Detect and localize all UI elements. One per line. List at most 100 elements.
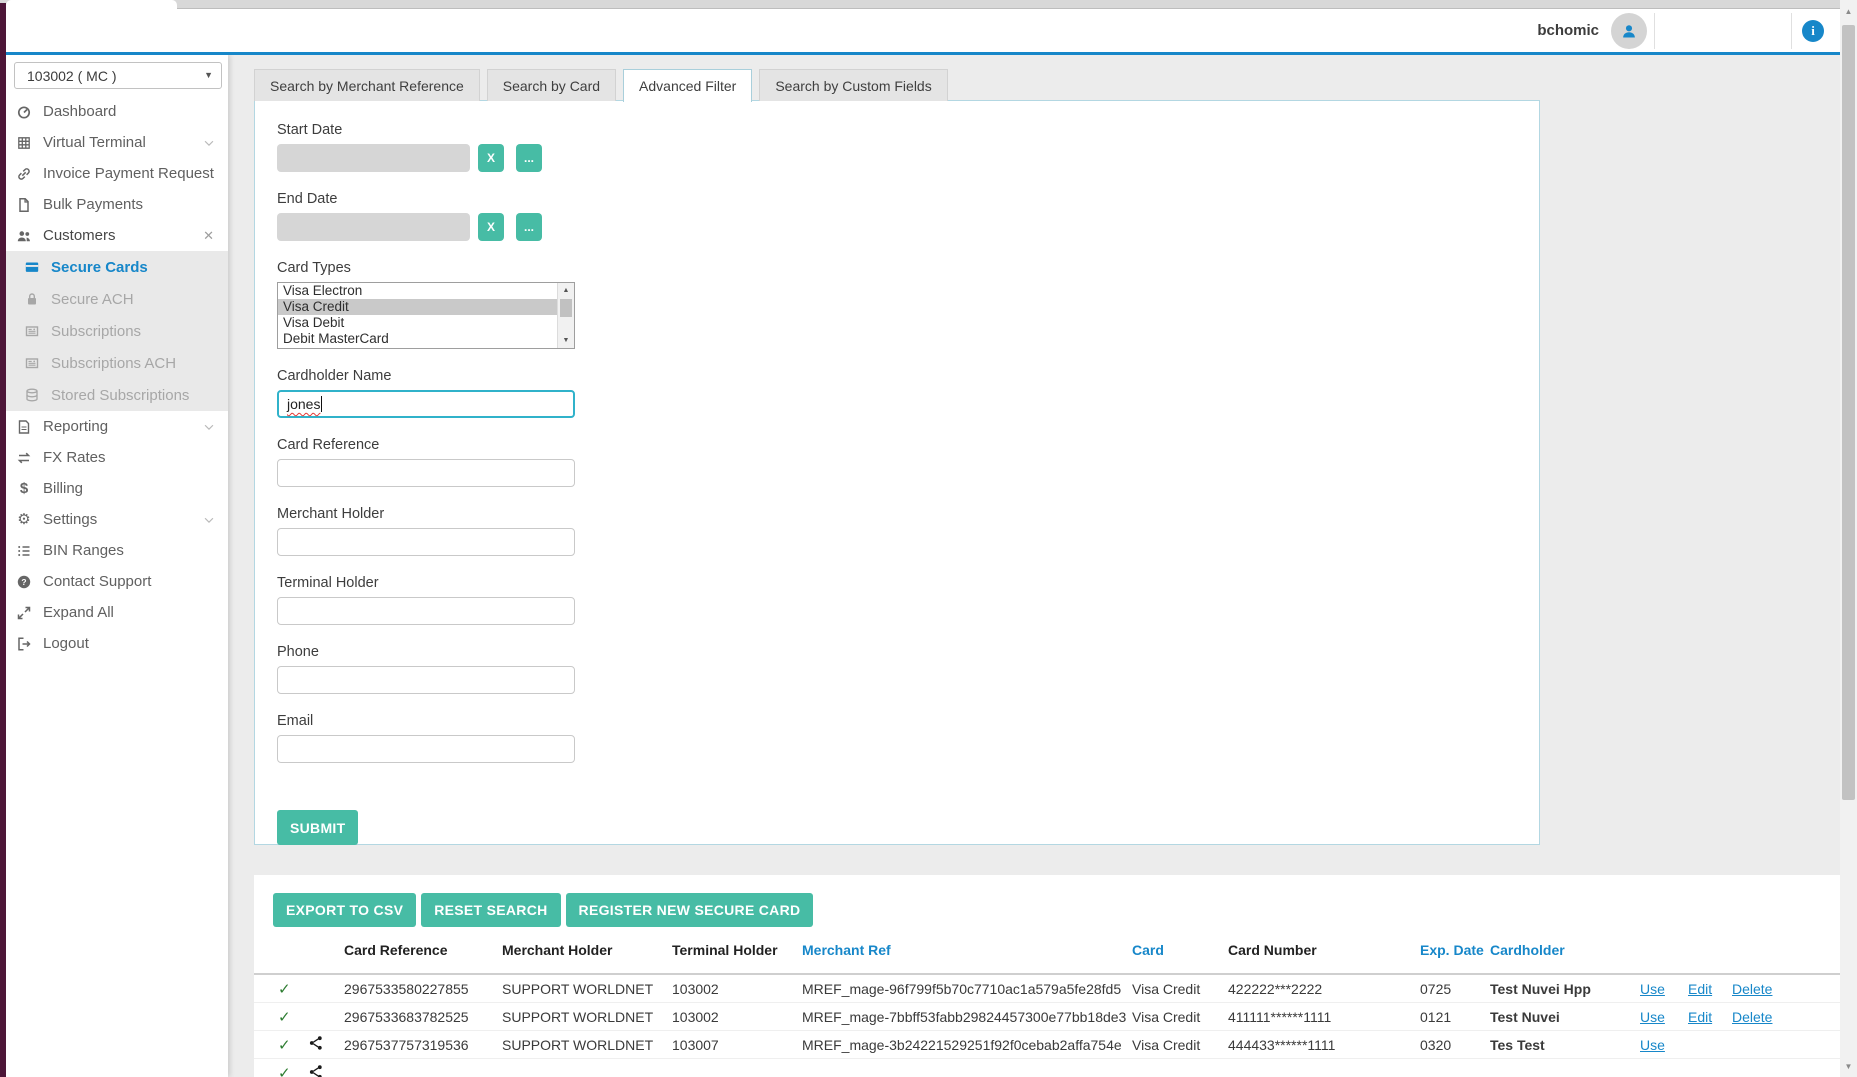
exchange-icon [16, 450, 32, 466]
card-type-option[interactable]: Debit MasterCard [278, 331, 574, 347]
sidebar-item-contact-support[interactable]: ? Contact Support [6, 566, 228, 597]
cell-merchant-ref: MREF_mage-7bbff53fabb29824457300e77bb18d… [802, 1008, 1127, 1025]
cell-merchant-holder: SUPPORT WORLDNET [502, 1008, 654, 1025]
sidebar-item-label: FX Rates [43, 449, 106, 466]
sidebar-item-fx-rates[interactable]: FX Rates [6, 442, 228, 473]
sidebar-item-expand-all[interactable]: Expand All [6, 597, 228, 628]
sidebar-item-logout[interactable]: Logout [6, 628, 228, 659]
column-card[interactable]: Card [1132, 942, 1220, 958]
card-types-listbox[interactable]: Visa Electron Visa Credit Visa Debit Deb… [277, 282, 575, 349]
submit-button[interactable]: SUBMIT [277, 810, 359, 845]
cell-exp-date: 0725 [1420, 980, 1452, 997]
delete-link[interactable]: Delete [1732, 981, 1772, 997]
chevron-down-icon [202, 136, 216, 150]
use-link[interactable]: Use [1640, 1037, 1665, 1053]
sidebar-item-label: Subscriptions [51, 322, 142, 340]
merchant-holder-input[interactable] [277, 528, 575, 556]
merchant-select[interactable]: 103002 ( MC ) ▼ [14, 62, 222, 89]
chevron-down-icon [202, 420, 216, 434]
export-to-csv-button[interactable]: EXPORT TO CSV [273, 893, 417, 927]
cell-card: Visa Credit [1132, 1036, 1201, 1053]
sidebar-item-subscriptions-ach[interactable]: Subscriptions ACH [6, 347, 228, 379]
card-type-option-selected[interactable]: Visa Credit [278, 299, 574, 315]
column-exp-date[interactable]: Exp. Date [1400, 942, 1490, 958]
listbox-scrollbar[interactable]: ▲ ▼ [557, 283, 574, 348]
column-cardholder[interactable]: Cardholder [1490, 942, 1640, 958]
start-date-picker-button[interactable]: ... [516, 144, 542, 172]
scroll-down-icon[interactable]: ▼ [1840, 1058, 1857, 1074]
scroll-down-icon[interactable]: ▼ [558, 333, 574, 348]
cell-exp-date: 0320 [1420, 1036, 1452, 1053]
register-new-secure-card-button[interactable]: REGISTER NEW SECURE CARD [565, 893, 814, 927]
close-icon[interactable]: ✕ [203, 228, 214, 244]
card-type-option[interactable]: Visa Debit [278, 315, 574, 331]
table-row-partial: ✓ [254, 1059, 1840, 1077]
edit-link[interactable]: Edit [1688, 981, 1712, 997]
browser-top-strip [0, 0, 1857, 9]
sidebar-item-label: Invoice Payment Request [43, 165, 214, 182]
end-date-input[interactable] [277, 213, 470, 241]
user-menu[interactable]: bchomic [1537, 9, 1647, 52]
start-date-input[interactable] [277, 144, 470, 172]
sidebar-item-customers[interactable]: Customers ✕ [0, 220, 228, 251]
use-link[interactable]: Use [1640, 1009, 1665, 1025]
scroll-up-icon[interactable]: ▲ [558, 283, 574, 298]
share-icon [309, 1036, 322, 1050]
topbar-divider [1791, 13, 1792, 49]
cell-card-number: 422222***2222 [1228, 980, 1323, 997]
info-icon[interactable]: i [1802, 20, 1824, 42]
edit-link[interactable]: Edit [1688, 1009, 1712, 1025]
phone-input[interactable] [277, 666, 575, 694]
use-link[interactable]: Use [1640, 981, 1665, 997]
cell-card-reference: 2967533580227855 [344, 980, 469, 997]
sidebar-item-stored-subscriptions[interactable]: Stored Subscriptions [6, 379, 228, 411]
sidebar-item-subscriptions[interactable]: Subscriptions [6, 315, 228, 347]
table-row: ✓ 2967533683782525 SUPPORT WORLDNET 1030… [254, 1003, 1840, 1031]
gear-icon: ⚙ [17, 510, 31, 528]
cardholder-name-input[interactable]: jones [277, 390, 575, 418]
tab-search-by-card[interactable]: Search by Card [486, 69, 617, 101]
sidebar-item-label: Logout [43, 635, 89, 652]
sidebar-item-billing[interactable]: $ Billing [6, 473, 228, 504]
card-type-option[interactable]: Visa Electron [278, 283, 574, 299]
email-input[interactable] [277, 735, 575, 763]
terminal-holder-input[interactable] [277, 597, 575, 625]
avatar[interactable] [1611, 12, 1647, 49]
end-date-clear-button[interactable]: X [478, 213, 504, 241]
svg-text:?: ? [21, 577, 26, 587]
sidebar-item-secure-ach[interactable]: Secure ACH [6, 283, 228, 315]
card-reference-input[interactable] [277, 459, 575, 487]
lock-icon [24, 291, 40, 307]
sidebar-item-label: Reporting [43, 418, 109, 435]
sidebar-item-invoice-payment-request[interactable]: Invoice Payment Request [6, 158, 228, 189]
page-scrollbar[interactable]: ▲ ▼ [1840, 0, 1857, 1077]
email-field: Email [277, 713, 1539, 763]
reset-search-button[interactable]: RESET SEARCH [421, 893, 561, 927]
sidebar-item-secure-cards[interactable]: Secure Cards [6, 251, 228, 283]
column-merchant-ref[interactable]: Merchant Ref [802, 942, 1132, 958]
delete-link[interactable]: Delete [1732, 1009, 1772, 1025]
tab-search-by-merchant-reference[interactable]: Search by Merchant Reference [254, 69, 480, 101]
sidebar-item-virtual-terminal[interactable]: Virtual Terminal [6, 127, 228, 158]
caret-down-icon: ▼ [204, 70, 213, 80]
merchant-holder-field: Merchant Holder [277, 506, 1539, 556]
tab-search-by-custom-fields[interactable]: Search by Custom Fields [759, 69, 948, 101]
logout-icon [16, 636, 32, 652]
tab-advanced-filter[interactable]: Advanced Filter [623, 69, 753, 102]
sidebar-item-settings[interactable]: ⚙ Settings [6, 504, 228, 535]
topbar-divider [1654, 13, 1655, 49]
chevron-down-icon [202, 513, 216, 527]
card-reference-field: Card Reference [277, 437, 1539, 487]
start-date-clear-button[interactable]: X [478, 144, 504, 172]
scrollbar-thumb[interactable] [1842, 25, 1855, 800]
listbox-scrollbar-thumb[interactable] [560, 299, 572, 317]
sidebar-item-bin-ranges[interactable]: BIN Ranges [6, 535, 228, 566]
scroll-up-icon[interactable]: ▲ [1840, 3, 1857, 19]
sidebar-item-reporting[interactable]: Reporting [6, 411, 228, 442]
search-tabs: Search by Merchant Reference Search by C… [254, 69, 948, 102]
end-date-field: End Date X ... [277, 191, 1539, 241]
end-date-picker-button[interactable]: ... [516, 213, 542, 241]
sidebar-item-bulk-payments[interactable]: Bulk Payments [6, 189, 228, 220]
sidebar-item-dashboard[interactable]: Dashboard [6, 96, 228, 127]
column-card-number: Card Number [1228, 942, 1317, 958]
